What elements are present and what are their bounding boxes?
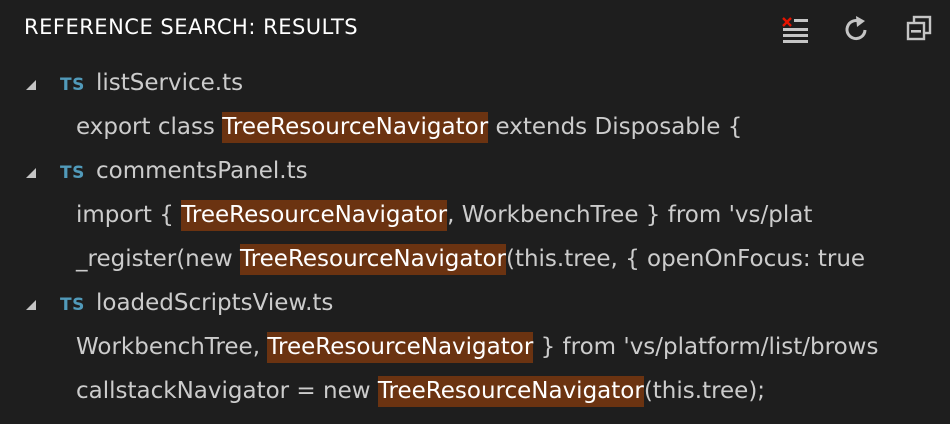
match-before: export class — [76, 114, 223, 140]
expanded-twistie-icon[interactable] — [25, 167, 37, 179]
refresh-icon — [845, 16, 867, 41]
file-row-loadedscriptsview[interactable]: TS loadedScriptsView.ts — [0, 284, 950, 328]
match-after: , WorkbenchTree } from 'vs/plat — [447, 202, 813, 228]
collapse-all-button[interactable] — [902, 12, 936, 46]
typescript-file-icon: TS — [60, 75, 85, 95]
file-name: commentsPanel.ts — [96, 158, 308, 184]
expanded-twistie-icon[interactable] — [25, 299, 37, 311]
match-before: _register(new — [76, 246, 241, 272]
match-highlight: TreeResourceNavigator — [240, 244, 506, 275]
reference-search-panel: REFERENCE SEARCH: RESULTS TS listService… — [0, 0, 950, 424]
file-name: listService.ts — [96, 70, 244, 96]
match-preview: import { TreeResourceNavigator, Workbenc… — [76, 200, 813, 231]
match-after: extends Disposable { — [488, 114, 743, 140]
match-highlight: TreeResourceNavigator — [181, 200, 448, 231]
file-row-listservice[interactable]: TS listService.ts — [0, 64, 950, 108]
refresh-button[interactable] — [840, 12, 874, 46]
match-highlight: TreeResourceNavigator — [377, 376, 644, 407]
panel-title: REFERENCE SEARCH: RESULTS — [24, 15, 359, 39]
clear-results-button[interactable] — [778, 12, 812, 46]
collapse-all-icon — [906, 15, 932, 41]
clear-all-icon — [782, 17, 808, 43]
match-row[interactable]: export class TreeResourceNavigator exten… — [0, 108, 950, 152]
match-row[interactable]: callstackNavigator = new TreeResourceNav… — [0, 372, 950, 416]
match-after: (this.tree, { openOnFocus: true — [505, 246, 866, 272]
match-highlight: TreeResourceNavigator — [267, 332, 534, 363]
match-highlight: TreeResourceNavigator — [222, 112, 489, 143]
match-preview: export class TreeResourceNavigator exten… — [76, 112, 743, 143]
match-before: import { — [76, 202, 182, 228]
match-row[interactable]: import { TreeResourceNavigator, Workbenc… — [0, 196, 950, 240]
match-before: WorkbenchTree, — [76, 334, 268, 360]
panel-header: REFERENCE SEARCH: RESULTS — [0, 0, 950, 58]
file-row-commentspanel[interactable]: TS commentsPanel.ts — [0, 152, 950, 196]
match-before: callstackNavigator = new — [76, 378, 378, 404]
match-row[interactable]: _register(new TreeResourceNavigator(this… — [0, 240, 950, 284]
match-preview: WorkbenchTree, TreeResourceNavigator } f… — [76, 332, 879, 363]
match-after: (this.tree); — [643, 378, 766, 404]
match-preview: _register(new TreeResourceNavigator(this… — [76, 244, 866, 275]
match-after: } from 'vs/platform/list/brows — [533, 334, 879, 360]
header-actions — [750, 10, 936, 48]
typescript-file-icon: TS — [60, 163, 85, 183]
match-preview: callstackNavigator = new TreeResourceNav… — [76, 376, 766, 407]
expanded-twistie-icon[interactable] — [25, 79, 37, 91]
results-tree: TS listService.ts export class TreeResou… — [0, 64, 950, 416]
match-row[interactable]: WorkbenchTree, TreeResourceNavigator } f… — [0, 328, 950, 372]
typescript-file-icon: TS — [60, 295, 85, 315]
file-name: loadedScriptsView.ts — [96, 290, 334, 316]
